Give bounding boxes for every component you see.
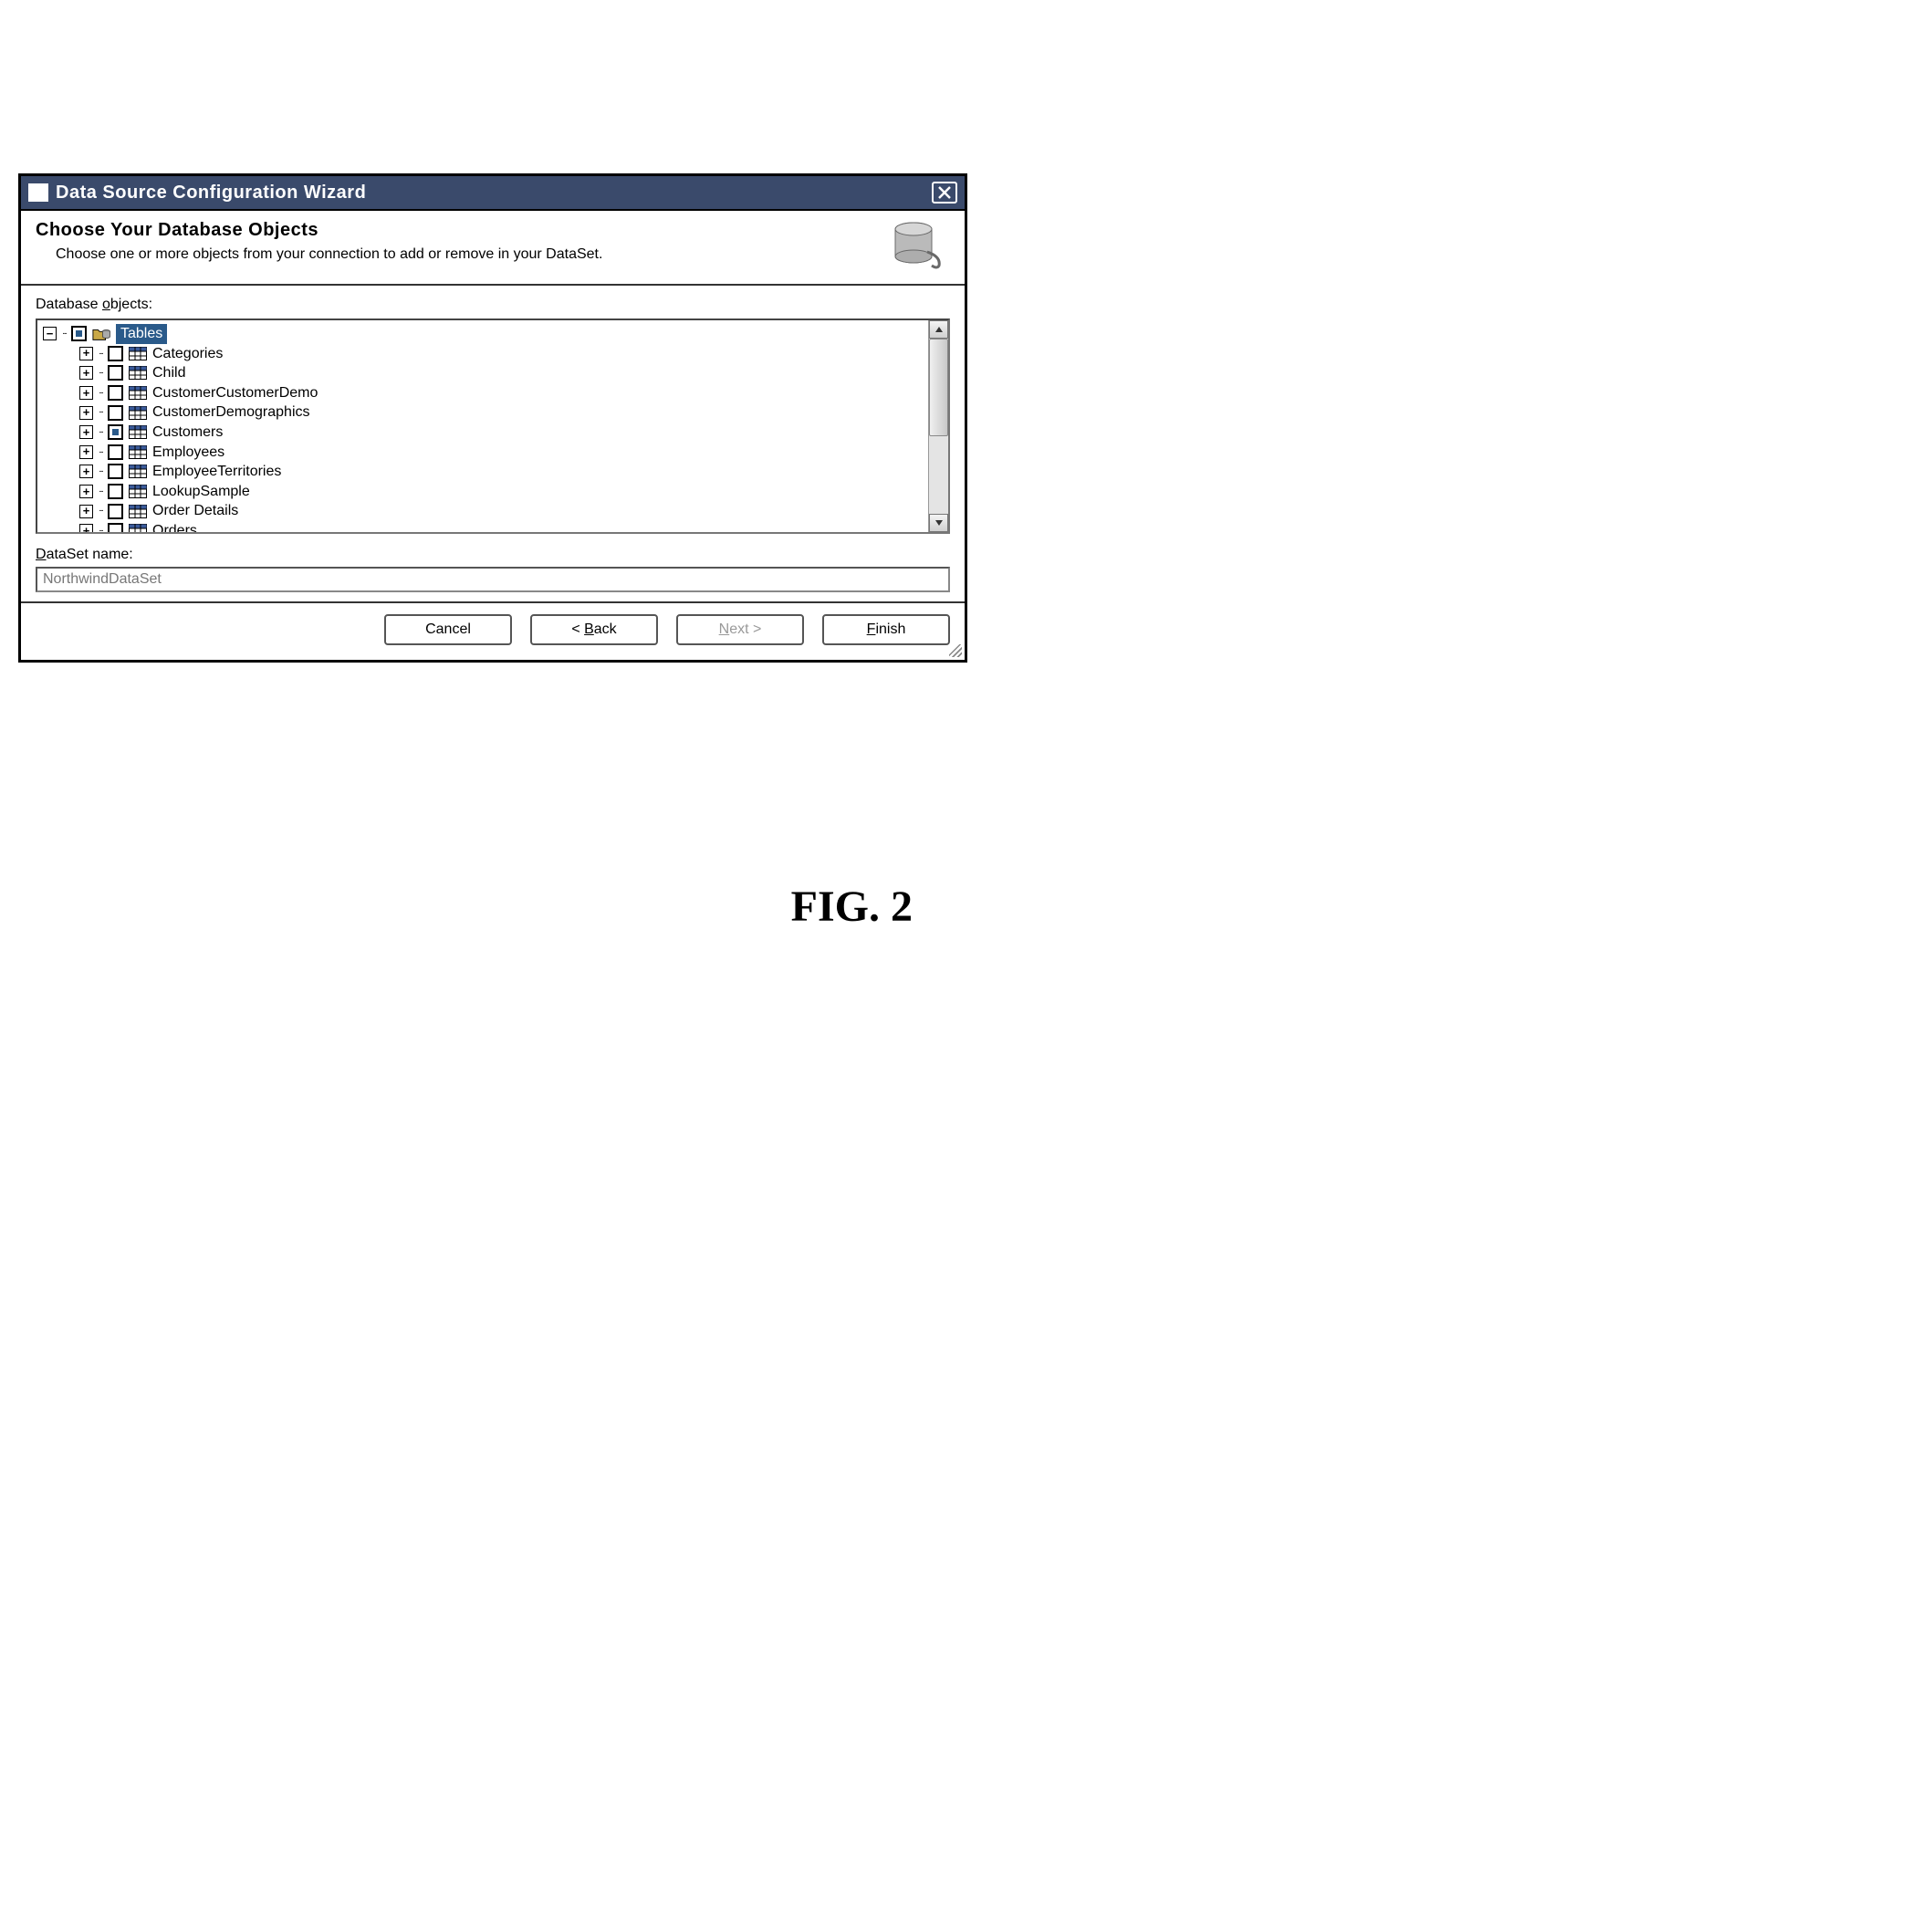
expand-icon[interactable]: + [79,485,93,498]
checkbox[interactable] [108,424,123,440]
titlebar-title: Data Source Configuration Wizard [56,183,924,204]
tree-root-label[interactable]: Tables [116,324,167,344]
checkbox[interactable] [108,444,123,460]
tree-connector: ··· [99,426,102,439]
database-objects-label: Database objects: [36,297,950,313]
dataset-name-label: DataSet name: [36,547,950,563]
table-icon [129,366,147,381]
table-icon [129,524,147,532]
wizard-icon [28,183,48,202]
table-icon [129,444,147,459]
table-icon [129,405,147,420]
resize-grip[interactable] [949,644,962,657]
tree-item-label[interactable]: CustomerCustomerDemo [152,383,318,403]
tree-item-label[interactable]: Orders [152,521,197,532]
checkbox[interactable] [108,484,123,499]
back-button[interactable]: < Back [530,614,658,645]
header: Choose Your Database Objects Choose one … [21,211,965,286]
table-icon [129,346,147,360]
tree-container: − ··· Tables + ··· Categories + ··· Child + ··· Cus… [36,319,950,534]
scroll-up-button[interactable] [929,320,948,339]
scroll-down-button[interactable] [929,514,948,532]
header-description: Choose one or more objects from your con… [36,245,693,265]
tree-item-label[interactable]: Employees [152,443,224,463]
close-button[interactable] [932,182,957,204]
dialog: Data Source Configuration Wizard Choose … [18,173,967,663]
figure-label: FIG. 2 [18,882,986,932]
expand-icon[interactable]: + [79,347,93,360]
next-button[interactable]: Next > [676,614,804,645]
finish-button[interactable]: Finish [822,614,950,645]
expand-icon[interactable]: + [79,406,93,420]
tree-connector: ··· [99,406,102,419]
expand-icon[interactable]: + [79,366,93,380]
tree-connector: ··· [99,486,102,498]
collapse-icon[interactable]: − [43,327,57,340]
tree-connector: ··· [99,348,102,360]
tree-connector: ··· [99,446,102,459]
table-icon [129,386,147,401]
expand-icon[interactable]: + [79,465,93,478]
tree-connector: ··· [99,387,102,400]
tree-item-label[interactable]: EmployeeTerritories [152,462,281,482]
checkbox[interactable] [108,504,123,519]
checkbox[interactable] [108,523,123,532]
tree-connector: ··· [99,525,102,532]
expand-icon[interactable]: + [79,386,93,400]
checkbox[interactable] [108,385,123,401]
checkbox[interactable] [108,365,123,381]
table-icon [129,425,147,440]
tables-folder-icon [92,327,110,341]
cancel-button[interactable]: Cancel [384,614,512,645]
expand-icon[interactable]: + [79,524,93,532]
tree-item-label[interactable]: Categories [152,344,223,364]
expand-icon[interactable]: + [79,505,93,518]
database-icon [886,220,950,271]
table-icon [129,465,147,479]
header-title: Choose Your Database Objects [36,220,873,241]
checkbox[interactable] [71,326,87,341]
tree-item-label[interactable]: LookupSample [152,482,250,502]
scroll-track[interactable] [929,436,948,514]
table-icon [129,504,147,518]
expand-icon[interactable]: + [79,425,93,439]
expand-icon[interactable]: + [79,445,93,459]
checkbox[interactable] [108,346,123,361]
table-icon [129,485,147,499]
tree-item-label[interactable]: CustomerDemographics [152,402,310,423]
checkbox[interactable] [108,405,123,421]
tree-connector: ··· [99,465,102,478]
tree[interactable]: − ··· Tables + ··· Categories + ··· Child + ··· Cus… [37,320,928,532]
tree-connector: ··· [99,367,102,380]
checkbox[interactable] [108,464,123,479]
tree-item-label[interactable]: Child [152,363,185,383]
vertical-scrollbar[interactable] [928,320,948,532]
tree-connector: ··· [99,505,102,517]
scroll-thumb[interactable] [929,339,948,436]
tree-item-label[interactable]: Order Details [152,501,238,521]
dataset-name-input[interactable] [36,567,950,592]
footer: Cancel < Back Next > Finish [21,601,965,660]
tree-item-label[interactable]: Customers [152,423,223,443]
tree-connector: ··· [62,328,66,340]
titlebar[interactable]: Data Source Configuration Wizard [21,176,965,211]
